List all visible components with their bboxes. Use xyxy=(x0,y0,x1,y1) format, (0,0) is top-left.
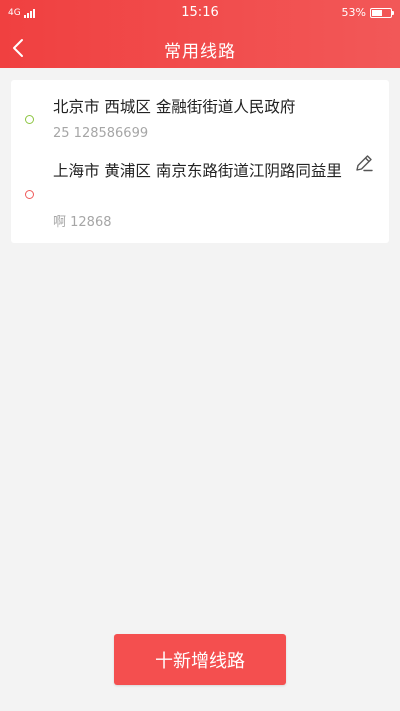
page-title: 常用线路 xyxy=(164,42,236,62)
app-header: 4G 15:16 53% 常用线路 xyxy=(0,0,400,68)
pencil-icon xyxy=(356,155,373,172)
destination-contact: 啊 12868 xyxy=(53,215,112,230)
destination-address: 上海市 黄浦区 南京东路街道江阴路同益里 xyxy=(53,162,342,180)
status-bar: 4G 15:16 53% xyxy=(0,0,400,28)
origin-address: 北京市 西城区 金融街街道人民政府 xyxy=(53,98,296,116)
status-time: 15:16 xyxy=(181,5,219,20)
origin-dot-icon xyxy=(25,115,34,124)
edit-route-button[interactable] xyxy=(353,152,375,174)
destination-dot-icon xyxy=(25,190,34,199)
battery-icon xyxy=(370,7,394,18)
origin-contact: 25 128586699 xyxy=(53,126,149,141)
route-card[interactable]: 北京市 西城区 金融街街道人民政府 25 128586699 上海市 黄浦区 南… xyxy=(11,80,389,243)
battery-percent: 53% xyxy=(341,6,366,19)
nav-bar: 常用线路 xyxy=(0,28,400,68)
add-route-button[interactable]: 十新增线路 xyxy=(114,634,286,685)
battery-level xyxy=(372,9,382,16)
status-right: 53% xyxy=(341,6,394,19)
